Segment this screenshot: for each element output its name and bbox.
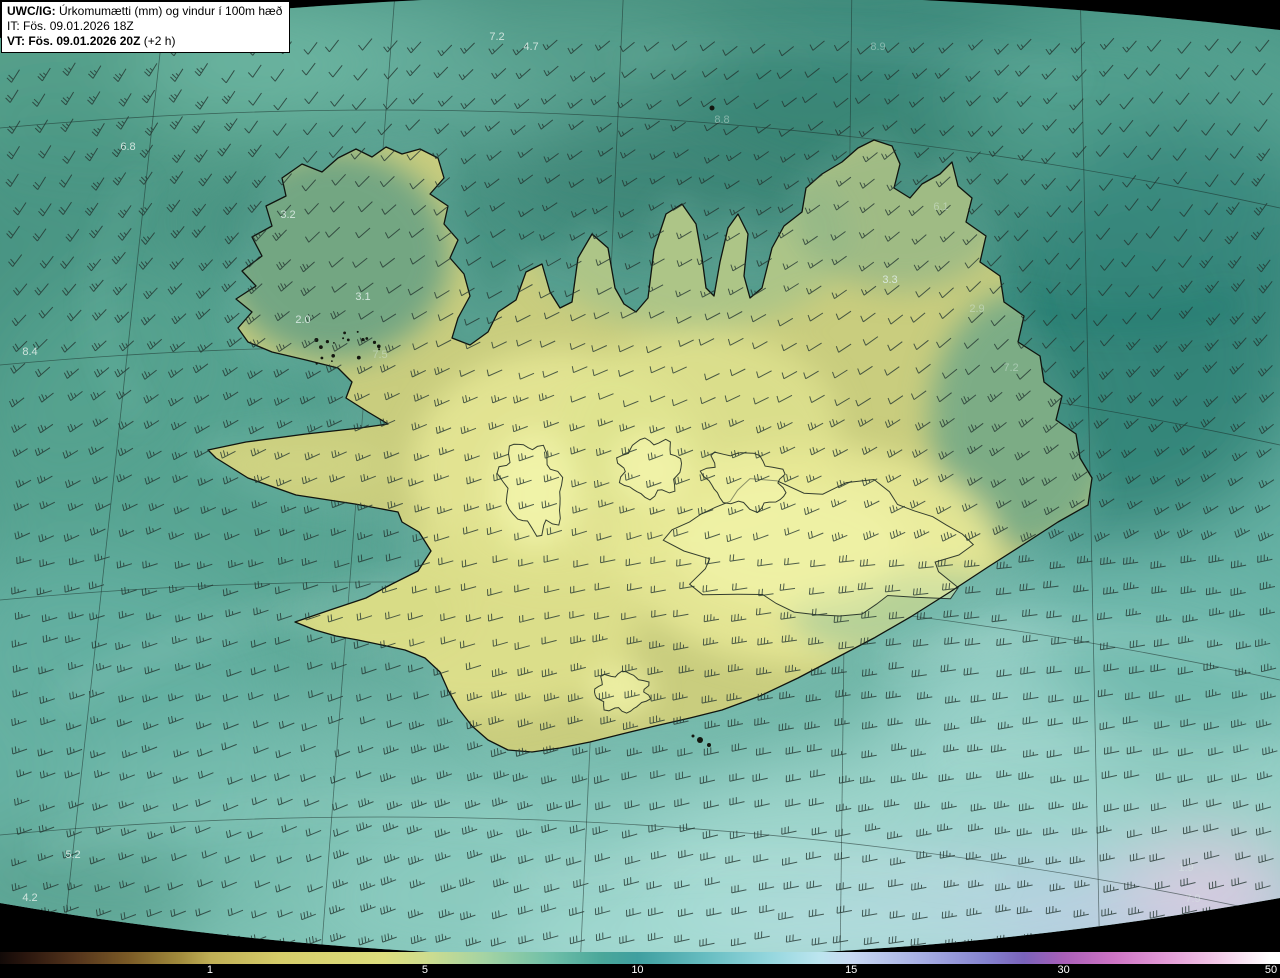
map-value-label: 4.7 bbox=[523, 41, 538, 53]
valid-time-line: VT: Fös. 09.01.2026 20Z (+2 h) bbox=[7, 34, 282, 49]
map-value-label: 4.4 bbox=[144, 938, 159, 950]
weather-map-page: 7.2 4.7 8.9 8.8 6.8 6.1 3.2 3.3 3.1 2.9 2.0 8.4 7.5 7… bbox=[0, 0, 1280, 978]
colorbar-tick-50: 50 bbox=[1264, 964, 1278, 976]
map-value-label: 7.5 bbox=[372, 349, 387, 361]
map-value-label: 8.4 bbox=[22, 346, 37, 358]
colorbar-tick-10: 10 bbox=[631, 964, 644, 976]
map-value-label: 4.2 bbox=[22, 892, 37, 904]
colorbar-tick-30: 30 bbox=[1057, 964, 1070, 976]
valid-time: Fös. 09.01.2026 20Z bbox=[28, 34, 141, 48]
map-value-label: 8.9 bbox=[870, 41, 885, 53]
colorbar-gradient bbox=[0, 952, 1280, 964]
map-value-label: 2.9 bbox=[969, 303, 984, 315]
map-value-label: 5.2 bbox=[65, 849, 80, 861]
map-value-label: 2.0 bbox=[295, 314, 310, 326]
valid-offset: (+2 h) bbox=[143, 34, 176, 48]
model-name: UWC/IG: bbox=[7, 4, 56, 18]
map-value-label: 7.2 bbox=[1003, 362, 1018, 374]
colorbar-tick-5: 5 bbox=[421, 964, 429, 976]
map-canvas: 7.2 4.7 8.9 8.8 6.8 6.1 3.2 3.3 3.1 2.9 2.0 8.4 7.5 7… bbox=[0, 0, 1280, 952]
colorbar-tick-1: 1 bbox=[206, 964, 213, 976]
map-value-label: 7.9 bbox=[1185, 893, 1200, 905]
colorbar-tick-15: 15 bbox=[845, 964, 858, 976]
valid-label: VT: bbox=[7, 34, 25, 48]
map-value-label: 6.1 bbox=[933, 201, 948, 213]
title-box: UWC/IG: Úrkomumætti (mm) og vindur í 100… bbox=[1, 1, 291, 53]
init-label: IT: bbox=[7, 19, 20, 33]
colorbar: 1 5 10 15 30 50 bbox=[0, 952, 1280, 978]
map-value-label: 7.2 bbox=[489, 31, 504, 43]
title-line-model: UWC/IG: Úrkomumætti (mm) og vindur í 100… bbox=[7, 4, 282, 19]
product-title: Úrkomumætti (mm) og vindur í 100m hæð bbox=[59, 4, 283, 18]
map-value-label: 8.8 bbox=[714, 114, 729, 126]
colorbar-tick-labels: 1 5 10 15 30 50 bbox=[0, 964, 1280, 978]
map-value-label: 6.8 bbox=[120, 141, 135, 153]
map-value-label: 3.2 bbox=[280, 209, 295, 221]
map-value-label: 3.3 bbox=[882, 274, 897, 286]
map-value-label: 3.1 bbox=[355, 291, 370, 303]
init-time: Fös. 09.01.2026 18Z bbox=[23, 19, 134, 33]
map-value-label: 1.9 bbox=[1178, 862, 1193, 874]
init-time-line: IT: Fös. 09.01.2026 18Z bbox=[7, 19, 282, 34]
